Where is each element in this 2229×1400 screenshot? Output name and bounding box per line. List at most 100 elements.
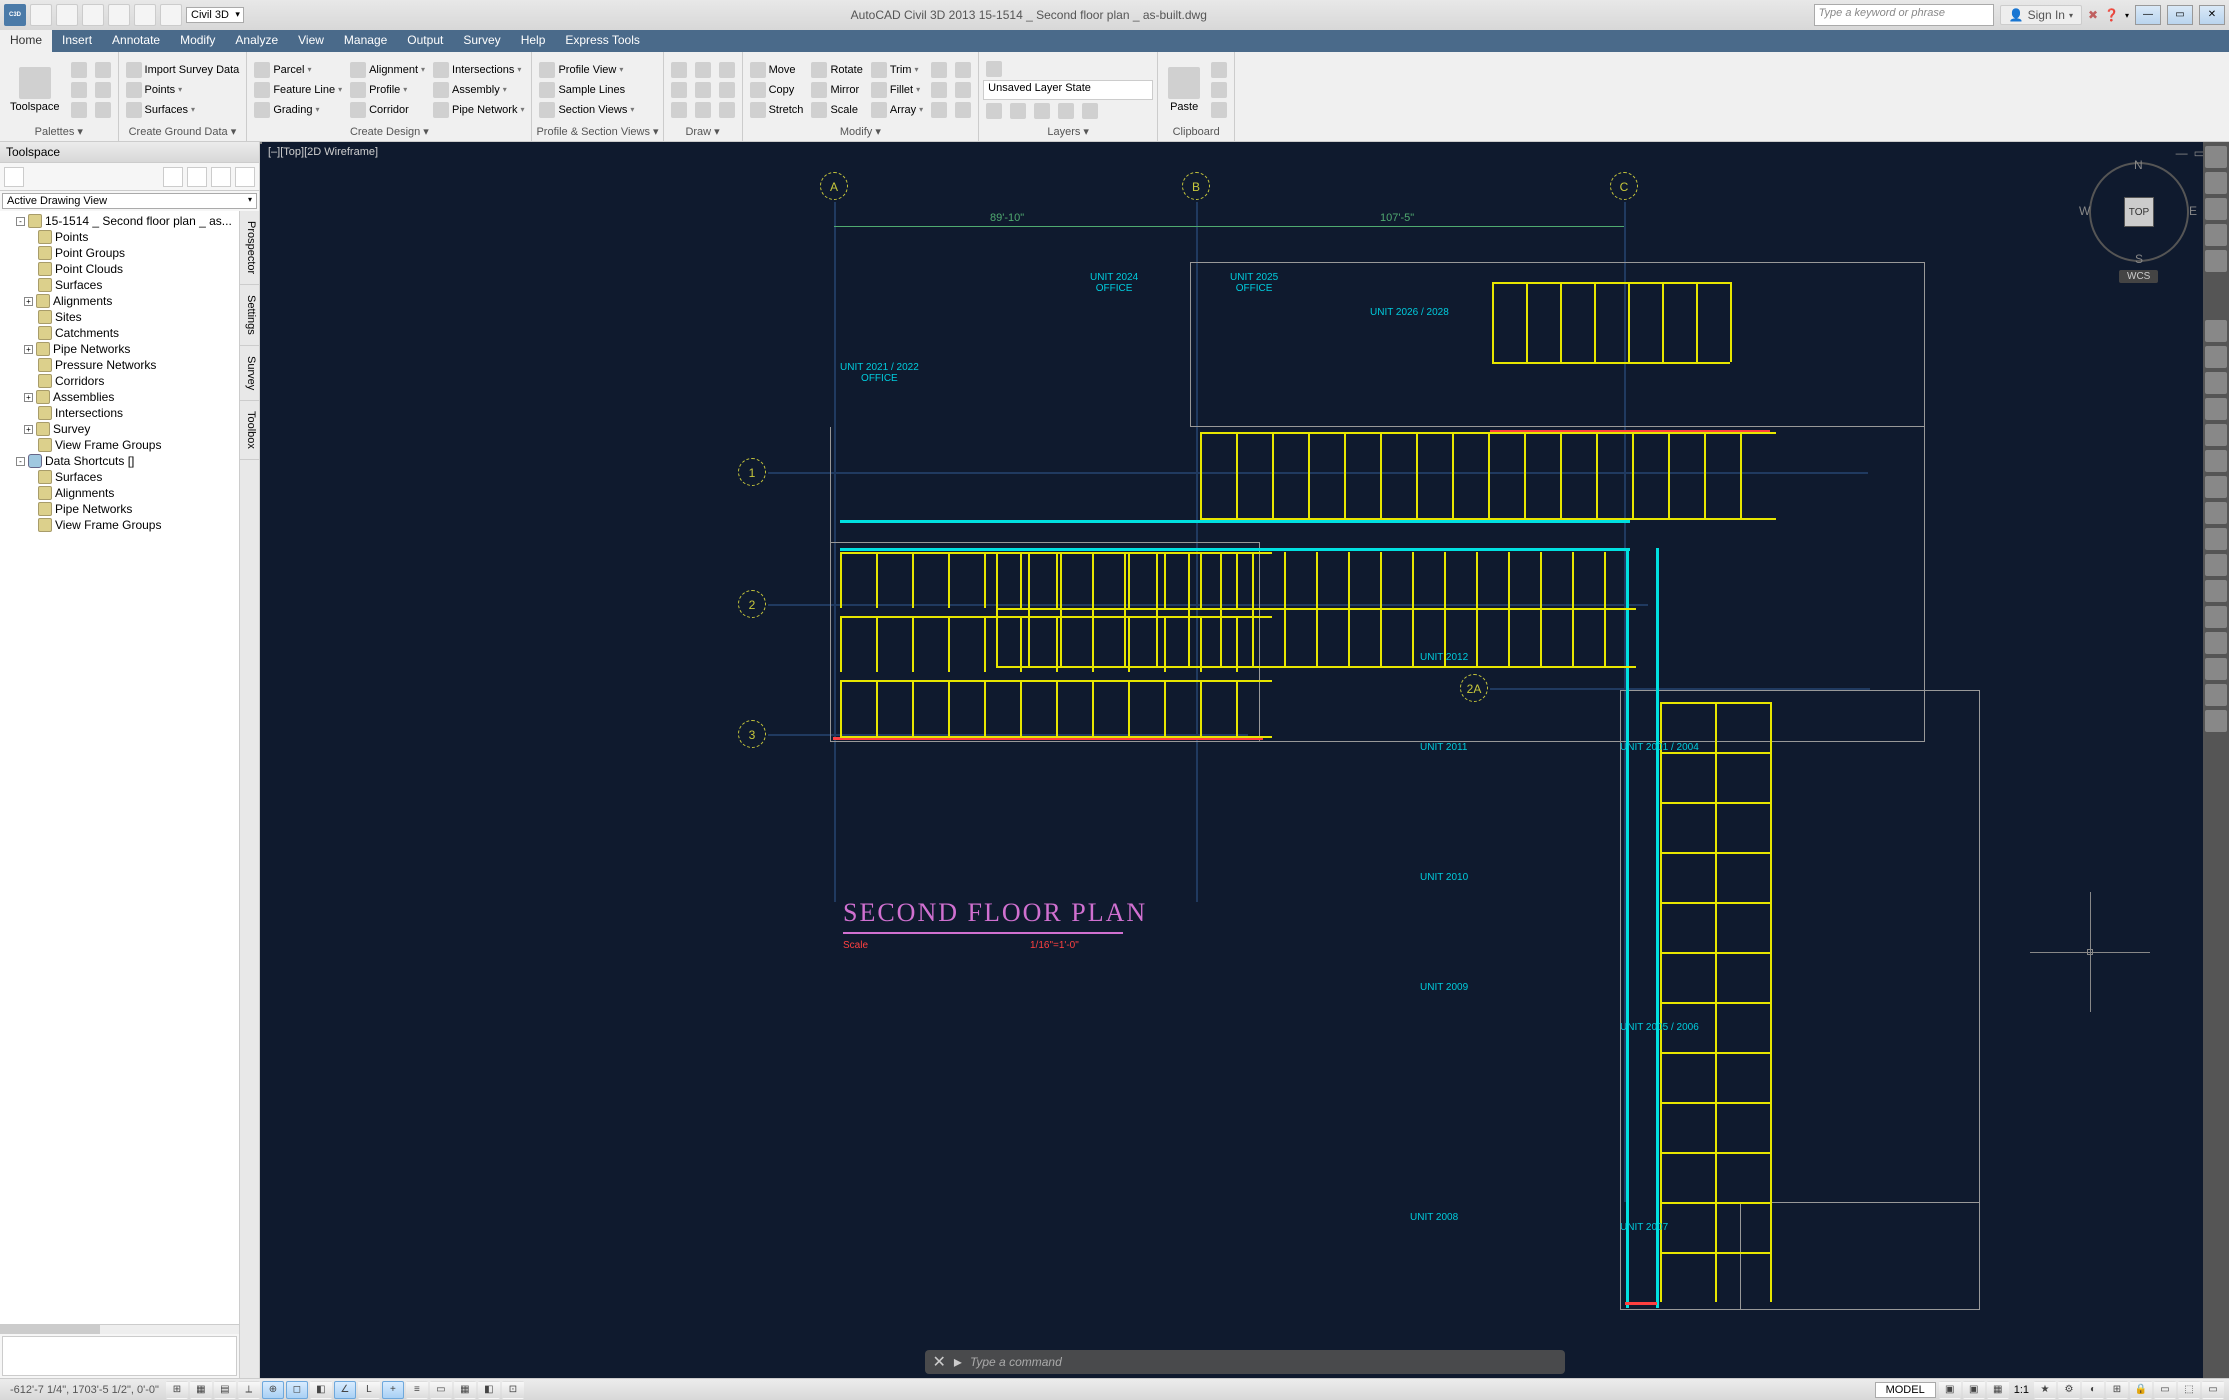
- tab-survey[interactable]: Survey: [453, 30, 510, 52]
- sb-lwt[interactable]: ≡: [406, 1381, 428, 1399]
- tab-view[interactable]: View: [288, 30, 334, 52]
- array-button[interactable]: Array: [868, 101, 926, 119]
- tree-node-pressure-networks[interactable]: Pressure Networks: [0, 357, 239, 373]
- tree-node-surfaces[interactable]: Surfaces: [0, 277, 239, 293]
- view-label[interactable]: [‒][Top][2D Wireframe]: [268, 146, 378, 158]
- app-icon[interactable]: C3D: [4, 4, 26, 26]
- tree-node-intersections[interactable]: Intersections: [0, 405, 239, 421]
- nav-tool-2[interactable]: [2205, 346, 2227, 368]
- sectionviews-button[interactable]: Section Views: [536, 101, 637, 119]
- sb-tpy[interactable]: ▭: [430, 1381, 452, 1399]
- palette-btn-2[interactable]: [68, 81, 90, 99]
- close-button[interactable]: ✕: [2199, 5, 2225, 25]
- sb-sc[interactable]: ◧: [478, 1381, 500, 1399]
- palette-btn-4[interactable]: [92, 61, 114, 79]
- layer-tool-2[interactable]: [1007, 102, 1029, 120]
- tree-root[interactable]: -15-1514 _ Second floor plan _ as...: [0, 213, 239, 229]
- nav-tool-8[interactable]: [2205, 502, 2227, 524]
- panel-title-ground[interactable]: Create Ground Data ▾: [123, 124, 243, 139]
- sb-clean[interactable]: ▭: [2202, 1381, 2224, 1399]
- toolspace-refresh-icon[interactable]: [4, 167, 24, 187]
- sb-anno-3[interactable]: ◐: [2082, 1381, 2104, 1399]
- tab-toolbox[interactable]: Toolbox: [240, 401, 259, 460]
- toolspace-view-select[interactable]: Active Drawing View ▾: [2, 193, 257, 209]
- cmdline-close-icon[interactable]: ✕: [933, 1352, 946, 1372]
- tree-node-point-clouds[interactable]: Point Clouds: [0, 261, 239, 277]
- toolspace-btn-4[interactable]: [235, 167, 255, 187]
- sb-ortho[interactable]: ⟂: [238, 1381, 260, 1399]
- panel-title-draw[interactable]: Draw ▾: [668, 124, 738, 139]
- cut-button[interactable]: [1208, 61, 1230, 79]
- spline-button[interactable]: [716, 61, 738, 79]
- tab-modify[interactable]: Modify: [170, 30, 225, 52]
- import-survey-button[interactable]: Import Survey Data: [123, 61, 243, 79]
- stretch-button[interactable]: Stretch: [747, 101, 807, 119]
- tree-shortcut-surfaces[interactable]: Surfaces: [0, 469, 239, 485]
- annotation-scale[interactable]: 1:1: [2010, 1384, 2033, 1396]
- points-button[interactable]: Points: [123, 81, 243, 99]
- sb-anno-1[interactable]: ★: [2034, 1381, 2056, 1399]
- nav-orbit-icon[interactable]: [2205, 224, 2227, 246]
- chevron-down-icon[interactable]: ▾: [2125, 11, 2129, 20]
- modify-btn-a[interactable]: [952, 61, 974, 79]
- nav-showmotion-icon[interactable]: [2205, 250, 2227, 272]
- nav-tool-16[interactable]: [2205, 710, 2227, 732]
- palette-btn-5[interactable]: [92, 81, 114, 99]
- help-search-input[interactable]: Type a keyword or phrase: [1814, 4, 1994, 26]
- sb-grid[interactable]: ▤: [214, 1381, 236, 1399]
- command-line[interactable]: ✕ ▸ Type a command: [925, 1350, 1565, 1374]
- qat-print-icon[interactable]: [160, 4, 182, 26]
- tree-shortcut-alignments[interactable]: Alignments: [0, 485, 239, 501]
- samplelines-button[interactable]: Sample Lines: [536, 81, 637, 99]
- nav-tool-9[interactable]: [2205, 528, 2227, 550]
- profileview-button[interactable]: Profile View: [536, 61, 637, 79]
- tab-analyze[interactable]: Analyze: [225, 30, 288, 52]
- panel-title-layers[interactable]: Layers ▾: [983, 124, 1153, 139]
- tree-node-assemblies[interactable]: +Assemblies: [0, 389, 239, 405]
- tree-shortcut-pipe-networks[interactable]: Pipe Networks: [0, 501, 239, 517]
- qat-open-icon[interactable]: [56, 4, 78, 26]
- tree-shortcut-view-frame-groups[interactable]: View Frame Groups: [0, 517, 239, 533]
- help-icon[interactable]: ❓: [2104, 8, 2119, 22]
- viewcube-n[interactable]: N: [2134, 158, 2143, 172]
- layerprops-button[interactable]: [983, 60, 1153, 78]
- qat-redo-icon[interactable]: [134, 4, 156, 26]
- viewcube[interactable]: TOP N S W E WCS: [2089, 162, 2189, 262]
- nav-tool-13[interactable]: [2205, 632, 2227, 654]
- modify-btn-b[interactable]: [952, 81, 974, 99]
- toolspace-button[interactable]: Toolspace: [4, 55, 66, 124]
- sb-infer[interactable]: ⊞: [166, 1381, 188, 1399]
- tree-node-catchments[interactable]: Catchments: [0, 325, 239, 341]
- fillet-button[interactable]: Fillet: [868, 81, 926, 99]
- sb-osnap[interactable]: ◻: [286, 1381, 308, 1399]
- nav-tool-5[interactable]: [2205, 424, 2227, 446]
- point-button[interactable]: [716, 101, 738, 119]
- maximize-button[interactable]: ▭: [2167, 5, 2193, 25]
- minimize-button[interactable]: —: [2135, 5, 2161, 25]
- layer-state-select[interactable]: Unsaved Layer State: [983, 80, 1153, 100]
- tree-node-points[interactable]: Points: [0, 229, 239, 245]
- parcel-button[interactable]: Parcel: [251, 61, 345, 79]
- nav-zoom-icon[interactable]: [2205, 198, 2227, 220]
- tree-node-survey[interactable]: +Survey: [0, 421, 239, 437]
- tree-shortcuts[interactable]: -Data Shortcuts []: [0, 453, 239, 469]
- layer-tool-4[interactable]: [1055, 102, 1077, 120]
- tab-home[interactable]: Home: [0, 30, 52, 52]
- mirror-button[interactable]: Mirror: [808, 81, 865, 99]
- viewcube-top-face[interactable]: TOP: [2124, 197, 2154, 227]
- layer-tool-3[interactable]: [1031, 102, 1053, 120]
- tab-output[interactable]: Output: [397, 30, 453, 52]
- tree-node-alignments[interactable]: +Alignments: [0, 293, 239, 309]
- profile-button[interactable]: Profile: [347, 81, 428, 99]
- viewcube-w[interactable]: W: [2079, 204, 2090, 218]
- layer-tool-1[interactable]: [983, 102, 1005, 120]
- workspace-select[interactable]: Civil 3D: [186, 7, 244, 23]
- nav-tool-7[interactable]: [2205, 476, 2227, 498]
- model-tab[interactable]: MODEL: [1875, 1382, 1936, 1398]
- sb-layout-2[interactable]: ▣: [1963, 1381, 1985, 1399]
- sb-ws[interactable]: ⊞: [2106, 1381, 2128, 1399]
- sb-quickview[interactable]: ▦: [1987, 1381, 2009, 1399]
- palette-btn-3[interactable]: [68, 101, 90, 119]
- featureline-button[interactable]: Feature Line: [251, 81, 345, 99]
- drawing-canvas[interactable]: [‒][Top][2D Wireframe] — ▭ ✕ A B C 1 2 3…: [260, 142, 2229, 1378]
